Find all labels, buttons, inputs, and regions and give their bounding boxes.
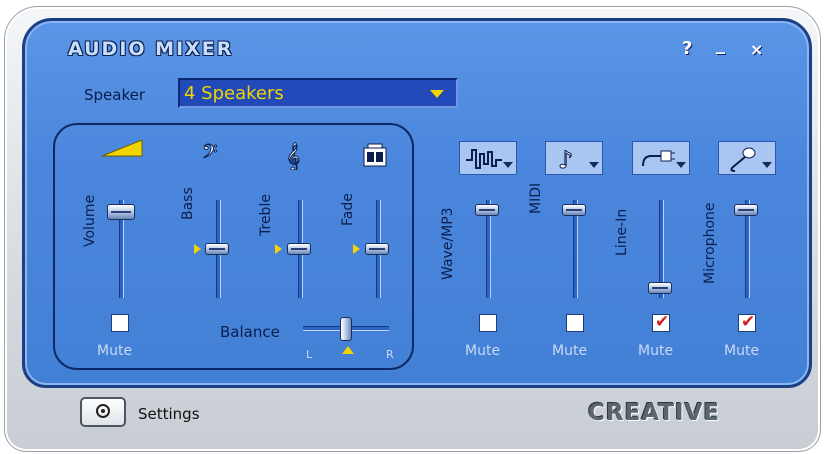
line-in-mute-label: Mute xyxy=(638,343,674,359)
svg-text:𝄞: 𝄞 xyxy=(286,142,300,170)
microphone-slider[interactable] xyxy=(734,204,758,217)
line-in-plug-icon xyxy=(642,150,675,167)
microphone-label: Microphone xyxy=(702,202,718,285)
music-note-icon: ♪ xyxy=(558,146,574,175)
fade-speakers-icon xyxy=(363,143,387,167)
close-button[interactable]: × xyxy=(750,40,763,59)
treble-label: Treble xyxy=(258,194,274,236)
line-in-source-button[interactable] xyxy=(632,141,690,175)
minimize-button[interactable]: _ xyxy=(716,34,725,55)
microphone-source-button[interactable] xyxy=(718,141,776,175)
help-button[interactable]: ? xyxy=(682,38,692,59)
balance-slider[interactable] xyxy=(340,317,352,341)
bass-label: Bass xyxy=(180,187,196,220)
treble-center-marker xyxy=(275,244,282,254)
microphone-mute-checkbox[interactable]: ✔ xyxy=(738,312,756,332)
wave-mp3-label: Wave/MP3 xyxy=(440,207,456,280)
fade-label: Fade xyxy=(340,193,356,226)
fade-center-marker xyxy=(353,244,360,254)
waveform-icon xyxy=(466,149,502,169)
dropdown-arrow-icon xyxy=(762,162,772,168)
speaker-label: Speaker xyxy=(84,86,146,104)
line-in-mute-checkbox[interactable]: ✔ xyxy=(652,312,670,332)
microphone-mute-label: Mute xyxy=(724,343,760,359)
balance-center-marker xyxy=(342,346,354,354)
midi-slider[interactable] xyxy=(562,204,586,217)
app-title: AUDIO MIXER xyxy=(68,38,234,60)
volume-slider[interactable] xyxy=(107,204,135,221)
settings-button[interactable] xyxy=(80,397,126,427)
midi-mute-checkbox[interactable] xyxy=(566,314,584,332)
line-in-label: Line-In xyxy=(614,208,630,256)
wave-mp3-mute-label: Mute xyxy=(465,343,501,359)
speaker-selected-value: 4 Speakers xyxy=(184,83,284,104)
line-in-slider[interactable] xyxy=(648,281,672,294)
balance-right-label: R xyxy=(386,348,394,361)
bass-clef-icon: 𝄢 xyxy=(202,140,218,168)
treble-slider[interactable] xyxy=(287,243,311,255)
treble-clef-icon: 𝄞 xyxy=(286,142,301,171)
master-mute-label: Mute xyxy=(97,343,133,359)
bass-slider[interactable] xyxy=(205,243,229,255)
wave-mp3-source-button[interactable] xyxy=(459,141,517,175)
midi-mute-label: Mute xyxy=(552,343,588,359)
bass-center-marker xyxy=(194,244,201,254)
dropdown-arrow-icon xyxy=(676,162,686,168)
volume-label: Volume xyxy=(82,194,98,247)
midi-source-button[interactable]: ♪ xyxy=(545,141,603,175)
speaker-select[interactable]: 4 Speakers xyxy=(178,78,458,108)
settings-label[interactable]: Settings xyxy=(138,405,200,423)
fade-slider[interactable] xyxy=(365,243,389,255)
checkmark-icon: ✔ xyxy=(741,312,756,332)
midi-label: MIDI xyxy=(528,182,544,214)
wave-mp3-slider[interactable] xyxy=(475,204,499,217)
microphone-icon xyxy=(730,147,756,172)
balance-label: Balance xyxy=(220,323,280,341)
dropdown-arrow-icon xyxy=(589,162,599,168)
creative-logo: CREATIVE xyxy=(588,400,721,426)
volume-ramp-icon xyxy=(101,139,143,157)
dropdown-arrow-icon xyxy=(503,162,513,168)
settings-gear-icon xyxy=(96,404,110,418)
svg-text:𝄢: 𝄢 xyxy=(202,140,217,168)
master-mute-checkbox[interactable] xyxy=(111,314,129,332)
balance-left-label: L xyxy=(306,348,313,361)
checkmark-icon: ✔ xyxy=(655,312,670,332)
wave-mp3-mute-checkbox[interactable] xyxy=(479,314,497,332)
dropdown-arrow-icon xyxy=(430,90,444,98)
svg-text:♪: ♪ xyxy=(558,146,573,174)
